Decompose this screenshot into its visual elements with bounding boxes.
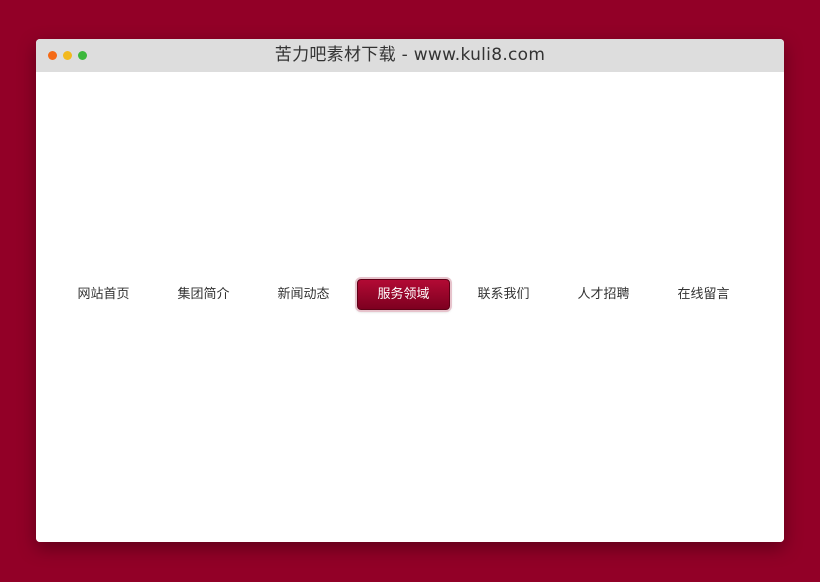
nav-item-message[interactable]: 在线留言 bbox=[657, 279, 750, 310]
nav-item-services[interactable]: 服务领域 bbox=[357, 279, 450, 310]
title-bar: 苦力吧素材下载 - www.kuli8.com bbox=[36, 39, 784, 72]
nav-item-contact[interactable]: 联系我们 bbox=[457, 279, 550, 310]
nav-item-news[interactable]: 新闻动态 bbox=[257, 279, 350, 310]
main-nav: 网站首页 集团简介 新闻动态 服务领域 联系我们 人才招聘 在线留言 bbox=[57, 279, 750, 310]
page-content: 网站首页 集团简介 新闻动态 服务领域 联系我们 人才招聘 在线留言 bbox=[36, 72, 784, 542]
window-title: 苦力吧素材下载 - www.kuli8.com bbox=[274, 45, 546, 65]
browser-window: 苦力吧素材下载 - www.kuli8.com 网站首页 集团简介 新闻动态 服… bbox=[36, 39, 784, 542]
nav-item-about[interactable]: 集团简介 bbox=[157, 279, 250, 310]
nav-item-home[interactable]: 网站首页 bbox=[57, 279, 150, 310]
nav-item-careers[interactable]: 人才招聘 bbox=[557, 279, 650, 310]
